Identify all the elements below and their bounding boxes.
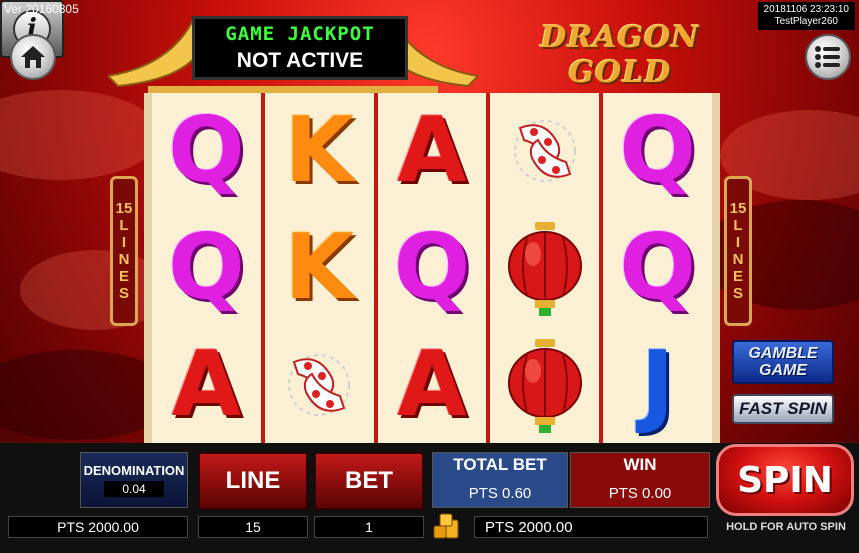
denomination-label: DENOMINATION <box>83 463 185 478</box>
reel-cell: Q <box>152 210 261 327</box>
jackpot-status: NOT ACTIVE <box>236 49 364 72</box>
gamble-game-button[interactable]: GAMBLE GAME <box>732 340 834 384</box>
paylines-count: 15 <box>115 200 133 217</box>
coins-icon <box>433 513 459 539</box>
paylines-word: LINES <box>732 217 744 302</box>
win-label: WIN <box>623 455 657 474</box>
balance-value: PTS 2000.00 <box>474 516 708 538</box>
home-button[interactable] <box>10 34 56 80</box>
letter-symbol: A <box>397 331 467 437</box>
reel-4 <box>490 93 604 443</box>
reel-cell: Q <box>378 210 487 327</box>
jackpot-display: GAME JACKPOT NOT ACTIVE <box>192 16 408 80</box>
lantern-symbol <box>507 338 582 433</box>
total-bet-display: TOTAL BET PTS 0.60 <box>432 452 568 508</box>
letter-symbol: A <box>397 98 467 204</box>
letter-symbol: Q <box>619 98 696 204</box>
reel-cell: K <box>265 210 374 327</box>
letter-symbol: K <box>284 98 355 204</box>
paylines-badge-left: 15 LINES <box>110 176 138 326</box>
reel-cell: Q <box>603 210 712 327</box>
home-icon <box>21 46 45 68</box>
reel-cell: A <box>378 93 487 210</box>
background-cloud <box>0 90 160 180</box>
letter-symbol: K <box>284 215 355 320</box>
letter-symbol: Q <box>393 215 471 320</box>
logo-title: DRAGON GOLD <box>540 20 700 90</box>
menu-icon <box>815 46 840 68</box>
reel-cell <box>490 210 599 327</box>
slot-game-screen: Ver 20160805 20181106 23:23:10 TestPlaye… <box>0 0 859 553</box>
reel-2: KK <box>265 93 378 443</box>
player-name: TestPlayer260 <box>774 16 838 27</box>
version-label: Ver 20160805 <box>4 2 79 16</box>
reel-5: QQJ <box>603 93 712 443</box>
reel-cell <box>490 326 599 443</box>
total-bet-label: TOTAL BET <box>453 455 547 474</box>
auto-spin-hint: HOLD FOR AUTO SPIN <box>726 521 846 533</box>
lantern-symbol <box>507 222 582 316</box>
paylines-count: 15 <box>729 200 747 217</box>
denomination-value: 0.04 <box>104 481 164 497</box>
total-bet-value: PTS 0.60 <box>468 485 532 502</box>
paylines-word: LINES <box>118 217 130 302</box>
reel-cell: K <box>265 93 374 210</box>
reel-1: QQA <box>152 93 265 443</box>
reel-grid: QQAKKAQAQQJ <box>144 93 720 443</box>
koi-fish-symbol <box>288 353 351 416</box>
reel-cell: J <box>603 326 712 443</box>
spin-label: SPIN <box>737 459 833 501</box>
paylines-badge-right: 15 LINES <box>724 176 752 326</box>
denomination-selector[interactable]: DENOMINATION 0.04 <box>80 452 188 508</box>
reel-cell: Q <box>603 93 712 210</box>
bet-button[interactable]: BET <box>314 452 424 510</box>
bet-value: 1 <box>314 516 424 538</box>
jackpot-label: GAME JACKPOT <box>225 23 375 45</box>
letter-symbol: Q <box>168 98 245 204</box>
line-button[interactable]: LINE <box>198 452 308 510</box>
fast-spin-button[interactable]: FAST SPIN <box>732 394 834 424</box>
credit-value: PTS 2000.00 <box>8 516 188 538</box>
reel-cell: A <box>378 326 487 443</box>
menu-button[interactable] <box>805 34 851 80</box>
reel-cell: Q <box>152 93 261 210</box>
reel-cell <box>265 326 374 443</box>
letter-symbol: Q <box>619 215 696 320</box>
line-value: 15 <box>198 516 308 538</box>
spin-button[interactable]: SPIN <box>716 444 854 516</box>
reel-cell <box>490 93 599 210</box>
session-info: 20181106 23:23:10 TestPlayer260 <box>757 2 855 30</box>
letter-symbol: Q <box>168 215 245 320</box>
letter-symbol: A <box>171 331 242 437</box>
win-value: PTS 0.00 <box>608 485 672 502</box>
reel-3: AQA <box>378 93 491 443</box>
win-display: WIN PTS 0.00 <box>570 452 710 508</box>
koi-fish-symbol <box>513 120 576 183</box>
reel-cell: A <box>152 326 261 443</box>
letter-symbol: J <box>640 331 675 437</box>
datetime-label: 20181106 23:23:10 <box>763 4 849 15</box>
